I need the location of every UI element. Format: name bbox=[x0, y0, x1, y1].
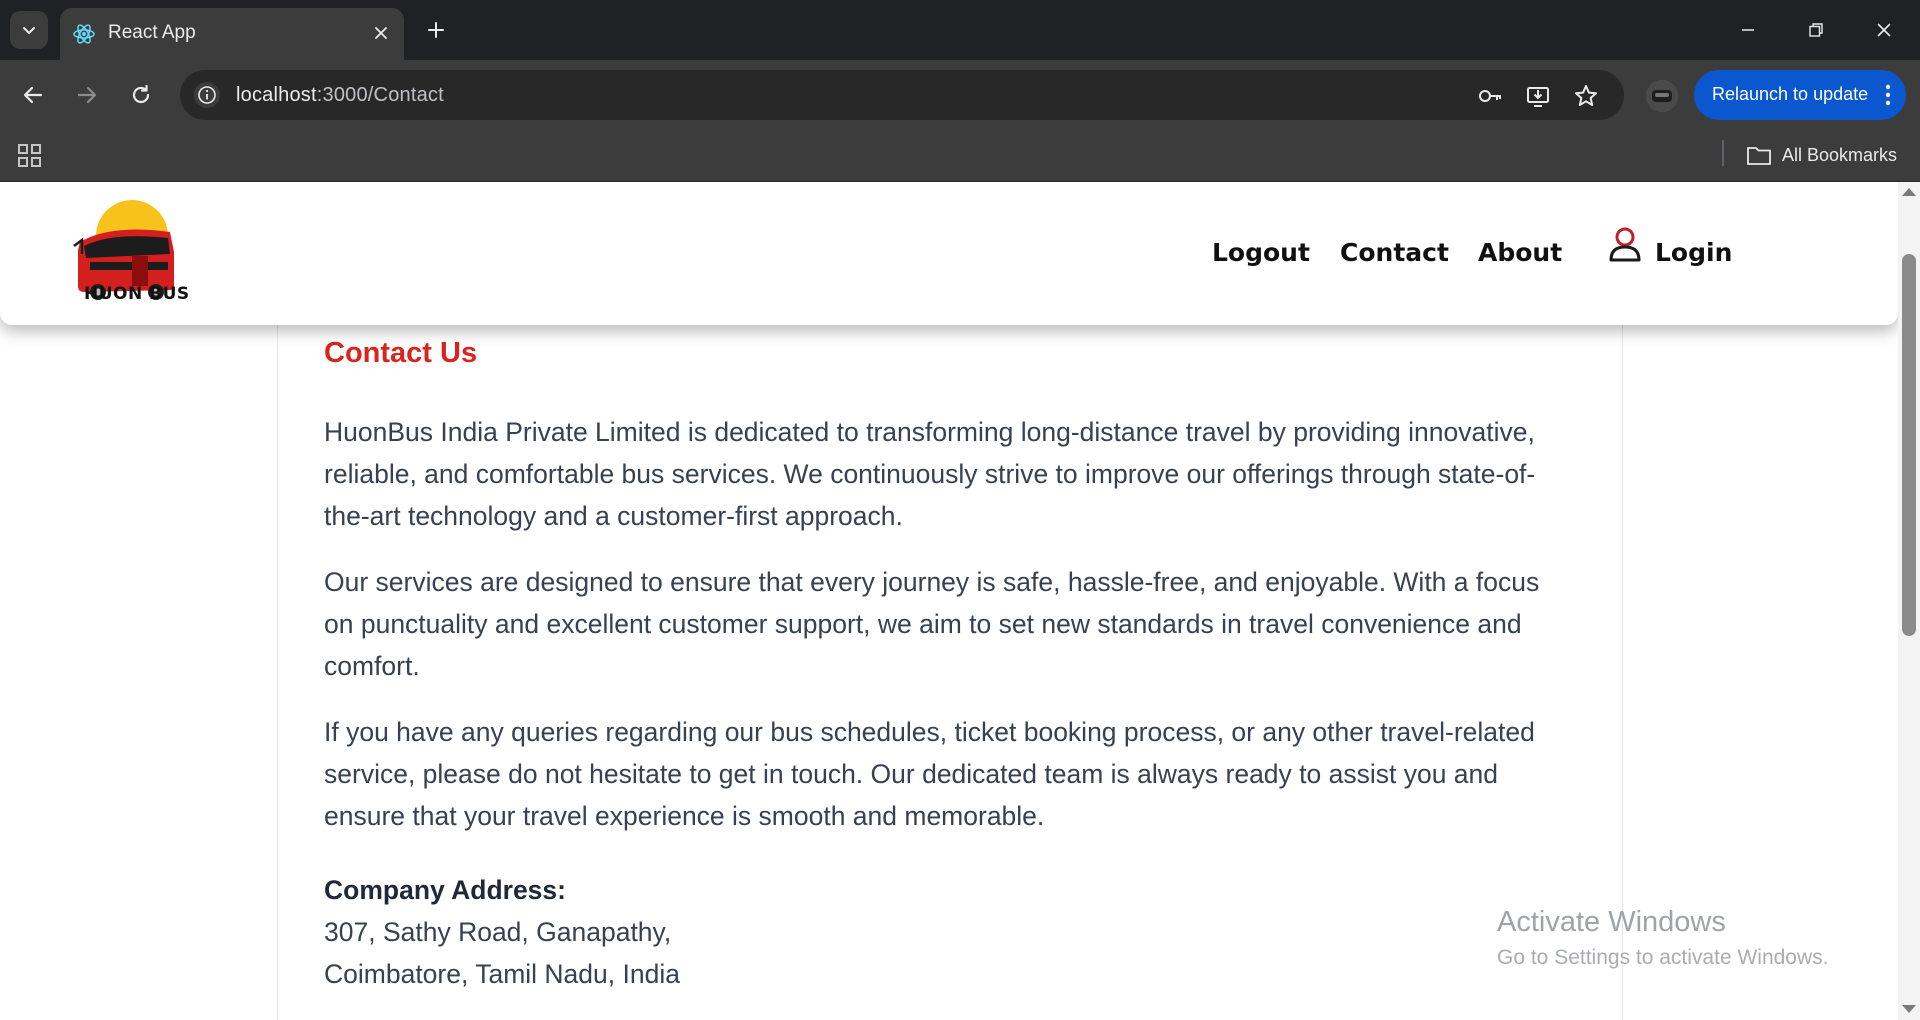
address-line-1: 307, Sathy Road, Ganapathy, bbox=[324, 917, 672, 947]
logo-text: HUON BUS bbox=[84, 284, 190, 304]
restore-icon bbox=[1809, 23, 1823, 37]
back-button[interactable] bbox=[16, 78, 50, 112]
nav-contact[interactable]: Contact bbox=[1340, 238, 1449, 267]
nav-logout[interactable]: Logout bbox=[1212, 238, 1310, 267]
minimize-icon bbox=[1742, 29, 1754, 31]
tab-close-button[interactable] bbox=[368, 20, 394, 46]
close-window-button[interactable] bbox=[1862, 10, 1906, 50]
tab-title: React App bbox=[108, 22, 196, 43]
avatar-icon bbox=[1646, 80, 1678, 112]
apps-grid-icon[interactable] bbox=[16, 142, 44, 170]
relaunch-button[interactable]: Relaunch to update bbox=[1694, 70, 1906, 120]
paragraph-queries: If you have any queries regarding our bu… bbox=[324, 717, 1535, 831]
forward-button[interactable] bbox=[70, 78, 104, 112]
reload-button[interactable] bbox=[124, 78, 158, 112]
install-app-button[interactable] bbox=[1524, 82, 1552, 110]
restore-button[interactable] bbox=[1794, 10, 1838, 50]
browser-toolbar: localhost:3000/Contact Relaunch to updat… bbox=[0, 60, 1920, 130]
password-key-button[interactable] bbox=[1476, 82, 1504, 110]
page-title: Contact Us bbox=[324, 337, 478, 369]
all-bookmarks-label: All Bookmarks bbox=[1782, 144, 1898, 165]
site-header: HUON BUS Logout Contact About Login bbox=[0, 182, 1898, 325]
tab-react-app[interactable]: React App bbox=[60, 8, 404, 60]
address-bar[interactable]: localhost:3000/Contact bbox=[180, 70, 1624, 120]
scroll-down-arrow-icon[interactable] bbox=[1902, 1005, 1916, 1013]
scroll-up-arrow-icon[interactable] bbox=[1902, 188, 1916, 196]
close-icon bbox=[375, 27, 387, 39]
relaunch-label: Relaunch to update bbox=[1712, 84, 1869, 104]
chrome-menu-button[interactable] bbox=[1878, 82, 1898, 108]
scroll-thumb[interactable] bbox=[1902, 254, 1916, 636]
bookmarks-bar: All Bookmarks bbox=[0, 130, 1920, 182]
tab-search-button[interactable] bbox=[10, 11, 48, 49]
info-icon bbox=[198, 86, 216, 104]
paragraph-intro: HuonBus India Private Limited is dedicat… bbox=[324, 417, 1536, 531]
key-icon bbox=[1479, 90, 1501, 102]
tab-strip: React App bbox=[0, 0, 1920, 60]
plus-icon bbox=[428, 22, 444, 38]
url-text[interactable]: localhost:3000/Contact bbox=[236, 84, 444, 107]
address-label: Company Address: bbox=[324, 875, 566, 905]
folder-icon bbox=[1747, 147, 1771, 165]
install-icon bbox=[1527, 87, 1549, 107]
chevron-down-icon bbox=[23, 27, 35, 34]
page-viewport: Contact Us HuonBus India Private Limited… bbox=[0, 182, 1920, 1020]
all-bookmarks-button[interactable]: All Bookmarks bbox=[1746, 140, 1897, 170]
new-tab-button[interactable] bbox=[420, 14, 452, 46]
url-path: :3000/Contact bbox=[316, 84, 444, 106]
activate-windows-title: Activate Windows bbox=[1497, 906, 1726, 938]
address-line-2: Coimbatore, Tamil Nadu, India bbox=[324, 959, 680, 989]
nav-login[interactable]: Login bbox=[1655, 238, 1732, 267]
minimize-button[interactable] bbox=[1726, 10, 1770, 50]
star-icon bbox=[1575, 85, 1597, 106]
kebab-menu-icon bbox=[1885, 84, 1891, 106]
page-scrollbar[interactable] bbox=[1898, 182, 1920, 1020]
profile-avatar[interactable] bbox=[1646, 80, 1678, 112]
site-info-button[interactable] bbox=[194, 82, 220, 108]
user-icon[interactable] bbox=[1608, 226, 1642, 262]
paragraph-services: Our services are designed to ensure that… bbox=[324, 567, 1540, 681]
arrow-left-icon bbox=[23, 86, 43, 104]
activate-windows-subtitle: Go to Settings to activate Windows. bbox=[1497, 946, 1829, 969]
nav-about[interactable]: About bbox=[1478, 238, 1562, 267]
url-host: localhost bbox=[236, 84, 317, 106]
bookmarks-divider bbox=[1722, 140, 1724, 166]
react-icon bbox=[73, 24, 95, 44]
bookmark-star-button[interactable] bbox=[1572, 82, 1600, 110]
arrow-right-icon bbox=[77, 86, 97, 104]
reload-icon bbox=[132, 84, 150, 104]
close-icon bbox=[1877, 23, 1891, 37]
